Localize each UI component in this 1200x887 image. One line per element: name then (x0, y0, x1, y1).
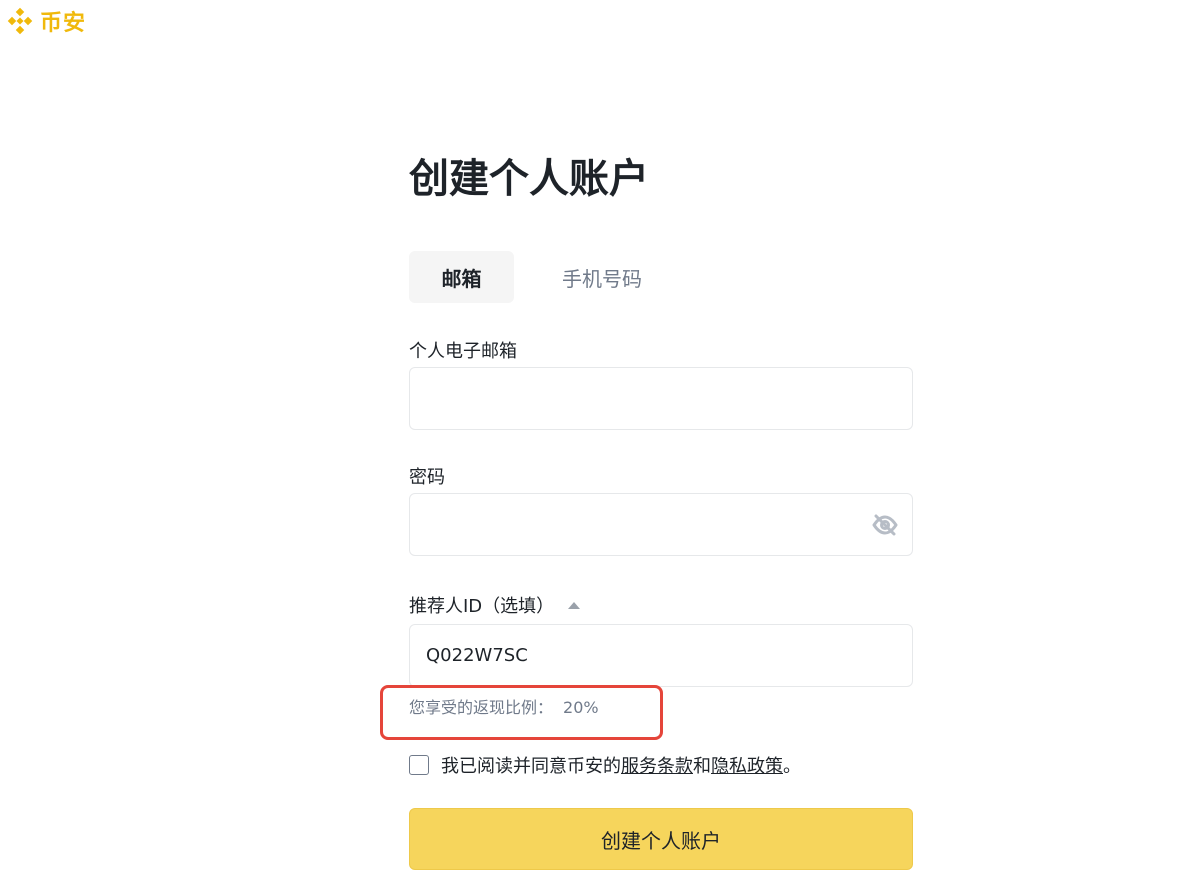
email-label: 个人电子邮箱 (409, 341, 517, 362)
referral-label: 推荐人ID（选填） (409, 592, 581, 618)
referral-id-value: Q022W7SC (426, 645, 528, 666)
signup-page: 币安 创建个人账户 邮箱 手机号码 个人电子邮箱 密码 推荐人ID（选填） Q0… (0, 0, 1200, 887)
tab-phone[interactable]: 手机号码 (546, 251, 658, 303)
privacy-policy-link[interactable]: 隐私政策 (711, 752, 783, 778)
agreement-suffix: 。 (783, 756, 801, 777)
email-field[interactable] (409, 367, 913, 430)
referral-label-text: 推荐人ID（选填） (409, 596, 555, 617)
page-title: 创建个人账户 (409, 156, 649, 202)
terms-of-service-link[interactable]: 服务条款 (621, 752, 693, 778)
binance-diamond-icon (4, 5, 36, 37)
agreement-checkbox[interactable] (409, 755, 429, 775)
rebate-highlight-annotation (380, 685, 663, 740)
agreement-row: 我已阅读并同意币安的 服务条款和隐私政策。 (409, 752, 801, 778)
create-account-button[interactable]: 创建个人账户 (409, 808, 913, 870)
password-field[interactable] (409, 493, 913, 556)
signup-method-tabs: 邮箱 手机号码 (409, 251, 658, 303)
eye-off-icon[interactable] (870, 510, 900, 540)
agreement-conjunction: 和 (693, 756, 711, 777)
brand-name: 币安 (40, 11, 87, 36)
brand-logo[interactable]: 币安 (4, 5, 86, 37)
tab-email[interactable]: 邮箱 (409, 251, 514, 303)
password-label: 密码 (409, 467, 445, 488)
caret-up-icon[interactable] (568, 601, 581, 609)
agreement-prefix: 我已阅读并同意币安的 (441, 756, 621, 777)
referral-id-field[interactable]: Q022W7SC (409, 624, 913, 687)
